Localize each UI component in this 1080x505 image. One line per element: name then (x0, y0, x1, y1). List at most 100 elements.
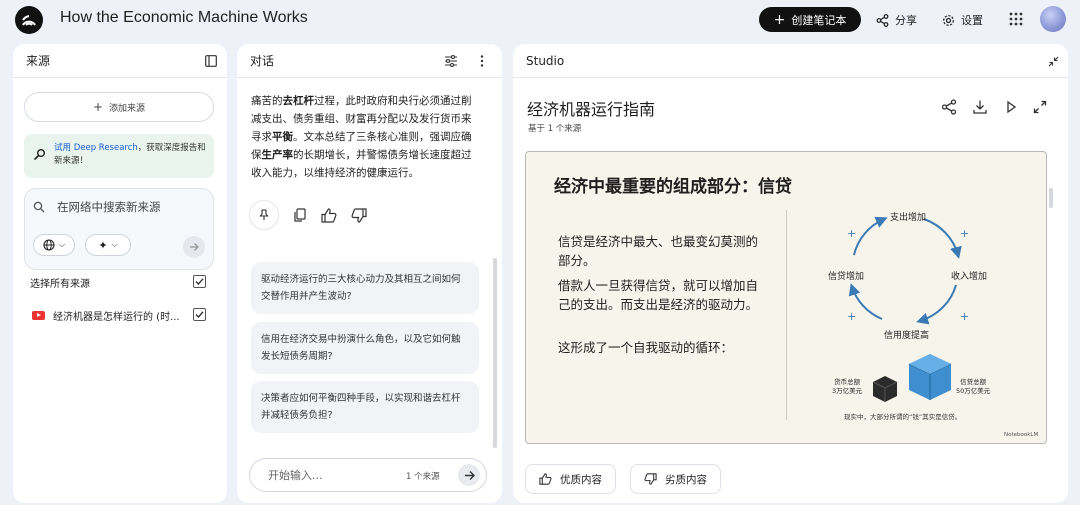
app-logo-icon[interactable] (15, 6, 43, 34)
sources-header: 来源 (13, 44, 227, 78)
good-content-label: 优质内容 (560, 473, 602, 486)
chat-panel: 对话 痛苦的去杠杆过程，此时政府和央行必须通过削减支出、债务重组、财富再分配以及… (237, 44, 502, 503)
pin-note-button[interactable] (249, 200, 279, 230)
select-all-row[interactable]: 选择所有来源 (30, 271, 206, 293)
slide-paragraph: 信贷是经济中最大、也最变幻莫测的部分。 (558, 234, 759, 268)
bad-content-button[interactable]: 劣质内容 (630, 464, 721, 494)
guide-subtitle: 基于 1 个来源 (528, 124, 582, 134)
user-avatar[interactable] (1040, 6, 1066, 32)
plus-icon: + (960, 227, 970, 240)
deep-research-link[interactable]: 试用 Deep Research (54, 143, 138, 153)
pin-icon (259, 209, 269, 220)
source-item-name: 经济机器是怎样运行的 (时... (53, 311, 180, 323)
plus-icon: + (960, 310, 970, 323)
plus-icon: + (92, 100, 104, 114)
thumbs-down-icon (644, 473, 657, 485)
gear-icon (943, 14, 954, 26)
research-mode-dropdown[interactable]: ✦ ⌵ (85, 234, 131, 256)
brand-watermark: NotebookLM (1004, 432, 1039, 438)
cycle-arrow (923, 218, 962, 259)
studio-header: Studio (513, 44, 1068, 78)
select-all-checkbox[interactable] (193, 275, 206, 288)
sparkle-search-icon: ✦ (98, 238, 108, 252)
studio-title: Studio (526, 53, 565, 68)
guide-title: 经济机器运行指南 (527, 100, 656, 119)
cycle-arrow (848, 283, 883, 320)
submit-search-button[interactable] (183, 236, 205, 258)
send-button[interactable] (458, 464, 480, 486)
globe-icon (43, 239, 55, 251)
cycle-label: 支出增加 (890, 213, 927, 223)
suggested-question[interactable]: 驱动经济运行的三大核心动力及其相互之间如何交替作用并产生波动? (251, 262, 479, 314)
message-text: 痛苦的 (251, 95, 283, 107)
check-icon (195, 311, 204, 319)
chat-title: 对话 (250, 54, 275, 68)
chat-input-placeholder: 开始输入... (268, 469, 323, 482)
source-item[interactable]: 经济机器是怎样运行的 (时... (32, 304, 206, 326)
collapse-panel-icon[interactable] (205, 55, 217, 67)
suggested-question[interactable]: 信用在经济交易中扮演什么角色，以及它如何触发长短债务周期? (251, 322, 479, 374)
chat-scrollbar[interactable] (493, 258, 497, 448)
settings-label: 设置 (961, 14, 983, 27)
credit-label-value: 50万亿美元 (956, 387, 991, 395)
check-icon (195, 278, 204, 286)
bad-content-label: 劣质内容 (665, 473, 707, 486)
web-source-dropdown[interactable]: ⌵ (33, 234, 75, 256)
more-vert-icon[interactable] (475, 54, 489, 68)
share-icon[interactable] (941, 99, 957, 115)
thumbs-down-icon[interactable] (351, 207, 367, 223)
slide-divider (786, 210, 787, 420)
share-button[interactable]: 分享 (876, 10, 917, 30)
money-label-value: 3万亿美元 (832, 387, 863, 395)
top-bar: How the Economic Machine Works + 创建笔记本 分… (0, 0, 1080, 40)
cycle-label: 收入增加 (951, 272, 988, 282)
cycle-arrow (853, 216, 888, 256)
research-icon (33, 149, 45, 161)
arrow-right-icon (190, 243, 199, 251)
download-icon[interactable] (972, 99, 988, 115)
apps-grid-icon[interactable] (1009, 12, 1023, 26)
message-actions (249, 200, 367, 230)
chevron-down-icon: ⌵ (111, 240, 118, 249)
plus-icon: + (847, 310, 857, 323)
logo-mark-icon (22, 15, 36, 26)
create-notebook-button[interactable]: + 创建笔记本 (759, 7, 861, 32)
cycle-label: 信用度提高 (884, 331, 930, 341)
money-label-title: 货币总额 (834, 378, 861, 386)
message-bold-text: 去杠杆 (282, 95, 315, 107)
copy-icon[interactable] (293, 208, 307, 222)
add-source-label: 添加来源 (109, 103, 146, 114)
fullscreen-icon[interactable] (1032, 99, 1048, 115)
settings-button[interactable]: 设置 (942, 10, 983, 30)
good-content-button[interactable]: 优质内容 (525, 464, 616, 494)
chat-input[interactable]: 开始输入... 1 个来源 (249, 458, 487, 492)
collapse-icon[interactable] (1048, 56, 1059, 67)
share-icon (876, 13, 889, 27)
studio-panel: Studio 经济机器运行指南 基于 1 个来源 经济中最重要的组成部分：信贷 … (513, 44, 1068, 503)
sources-title: 来源 (26, 54, 51, 68)
web-search-placeholder: 在网络中搜索新来源 (57, 200, 161, 214)
plus-icon: + (847, 227, 857, 240)
select-all-label: 选择所有来源 (30, 278, 90, 290)
slide-title: 经济中最重要的组成部分：信贷 (554, 177, 792, 197)
slide-paragraph: 借款人一旦获得信贷，就可以增加自己的支出。而支出是经济的驱动力。 (558, 278, 759, 312)
message-bold-text: 平衡 (272, 131, 293, 143)
web-search-input[interactable]: 在网络中搜索新来源 (33, 199, 161, 215)
notebook-title[interactable]: How the Economic Machine Works (60, 9, 308, 27)
source-item-checkbox[interactable] (193, 308, 206, 321)
slide-preview[interactable]: 经济中最重要的组成部分：信贷 信贷是经济中最大、也最变幻莫测的部分。 借款人一旦… (525, 151, 1047, 444)
deep-research-banner[interactable]: 试用 Deep Research，获取深度报告和新来源！ (24, 134, 214, 178)
suggested-question[interactable]: 决策者应如何平衡四种手段，以实现和谐去杠杆并减轻债务负担? (251, 381, 479, 433)
play-icon[interactable] (1003, 99, 1019, 115)
arrow-right-icon (464, 470, 475, 480)
thumbs-up-icon[interactable] (321, 207, 337, 223)
credit-label: 信贷总额 50万亿美元 (956, 378, 990, 396)
sources-panel: 来源 + 添加来源 试用 Deep Research，获取深度报告和新来源！ 在… (13, 44, 227, 503)
add-source-button[interactable]: + 添加来源 (24, 92, 214, 122)
web-search-card: 在网络中搜索新来源 ⌵ ✦ ⌵ (24, 188, 214, 270)
cycle-arrow (916, 284, 957, 325)
money-label: 货币总额 3万亿美元 (832, 378, 862, 396)
plus-icon: + (773, 11, 786, 28)
tune-icon[interactable] (444, 54, 458, 68)
studio-scrollbar[interactable] (1049, 188, 1053, 208)
